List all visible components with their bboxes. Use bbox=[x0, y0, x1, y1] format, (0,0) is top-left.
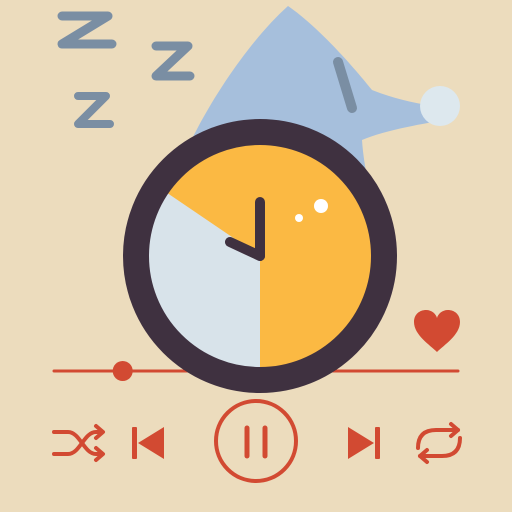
pompom bbox=[420, 86, 460, 126]
skip-next-icon bbox=[348, 427, 380, 459]
clock-highlight-large bbox=[314, 199, 328, 213]
large-z bbox=[57, 11, 117, 49]
medium-z bbox=[151, 41, 195, 81]
repeat-button[interactable] bbox=[416, 422, 462, 464]
small-z bbox=[74, 92, 114, 128]
repeat-icon bbox=[416, 422, 462, 464]
shuffle-icon bbox=[52, 424, 105, 462]
play-pause-button[interactable] bbox=[214, 399, 298, 483]
zzz-icon bbox=[57, 11, 195, 128]
clock-highlight-small bbox=[295, 214, 303, 222]
seek-thumb[interactable] bbox=[112, 361, 133, 381]
skip-previous-icon bbox=[132, 427, 164, 459]
pause-icon bbox=[244, 425, 268, 459]
next-button[interactable] bbox=[348, 427, 380, 459]
heart-icon[interactable] bbox=[414, 310, 460, 352]
alarm-clock-icon bbox=[123, 119, 397, 393]
sleep-player-illustration bbox=[52, 6, 462, 483]
previous-button[interactable] bbox=[132, 427, 164, 459]
shuffle-button[interactable] bbox=[52, 424, 105, 462]
